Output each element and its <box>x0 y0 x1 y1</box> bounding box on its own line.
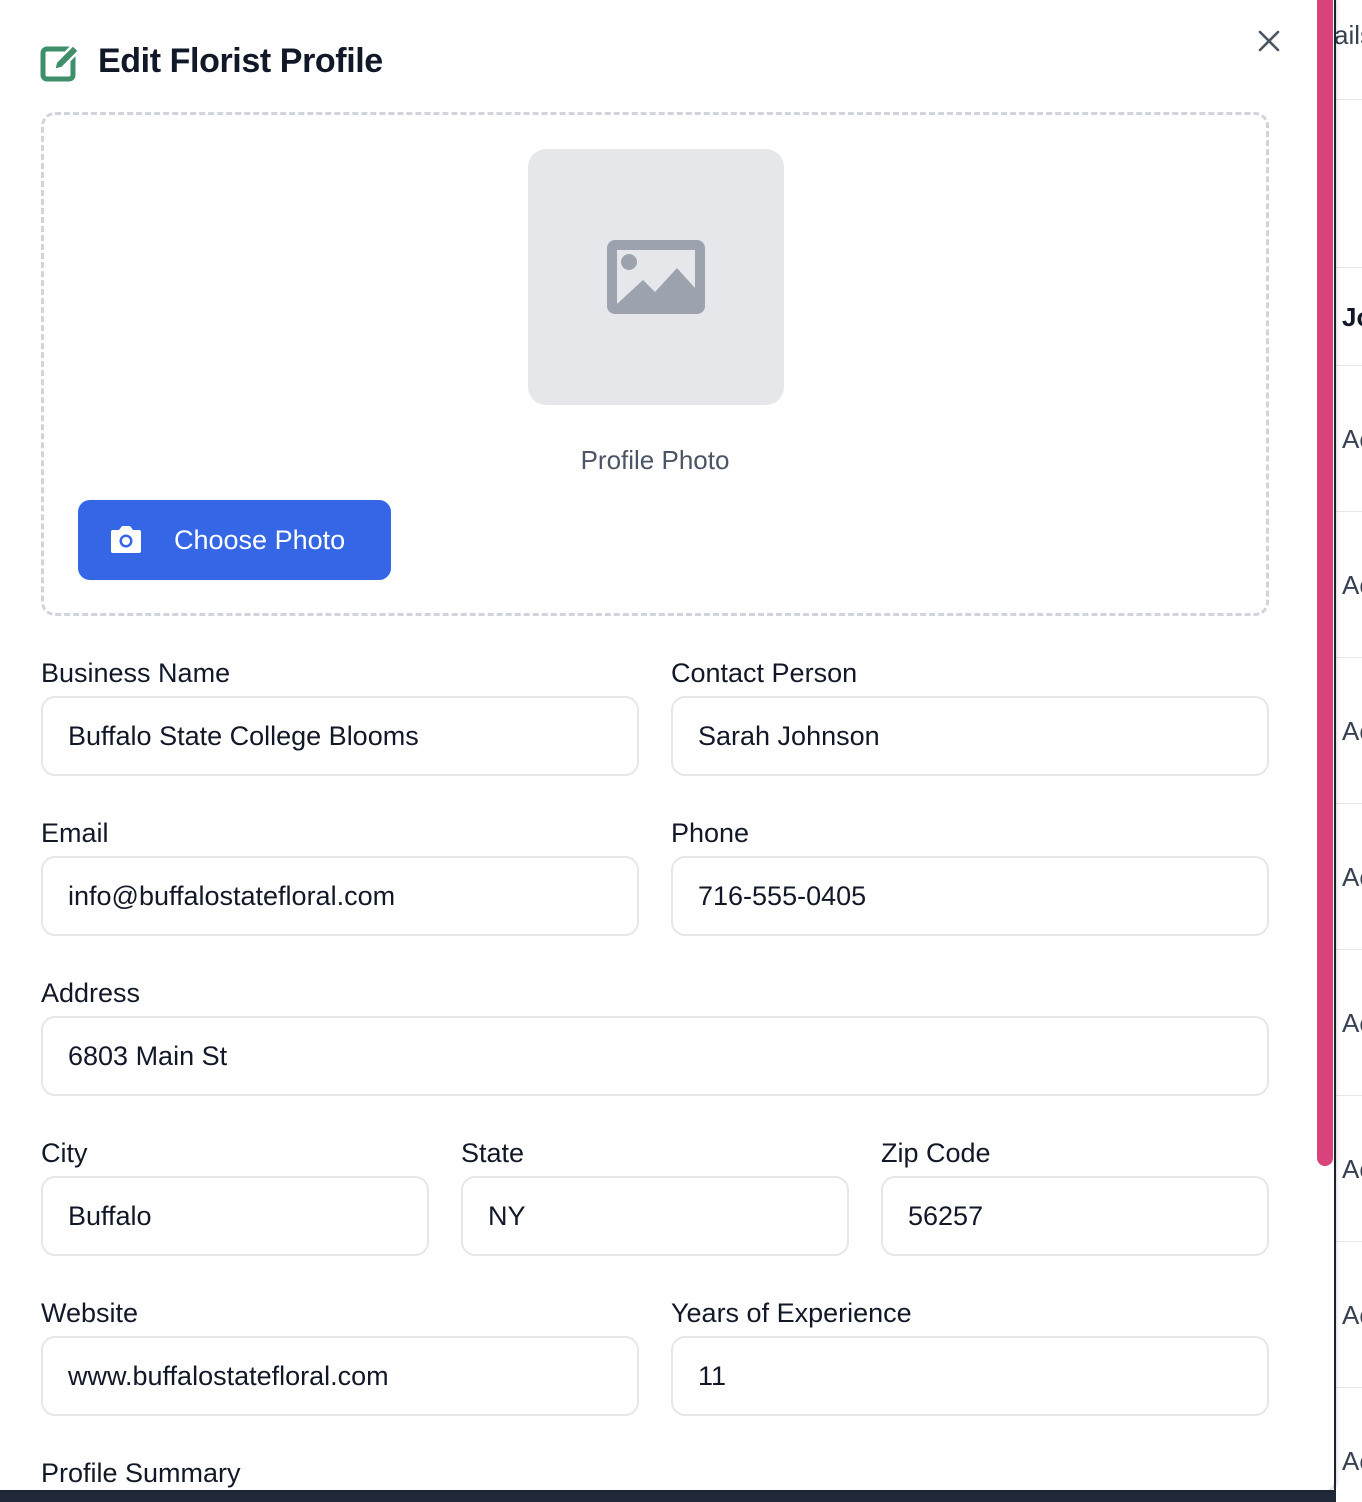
website-label: Website <box>41 1298 139 1328</box>
photo-label: Profile Photo <box>580 445 730 475</box>
background-row-text: Ac <box>1342 1446 1362 1476</box>
background-row-text: Ac <box>1342 716 1362 746</box>
close-icon <box>1258 30 1280 52</box>
contact-person-label: Contact Person <box>671 658 858 688</box>
zip-code-field[interactable] <box>881 1176 1269 1256</box>
city-field[interactable] <box>41 1176 429 1256</box>
background-row-text: Jo <box>1342 302 1362 332</box>
scrollbar-thumb[interactable] <box>1317 0 1333 1166</box>
background-row-text: Ac <box>1342 862 1362 892</box>
edit-profile-modal: Edit Florist Profile Profile Photo Choos… <box>0 0 1334 1490</box>
address-field[interactable] <box>41 1016 1269 1096</box>
background-header-text: ails <box>1334 20 1362 50</box>
modal-header: Edit Florist Profile <box>40 40 383 82</box>
address-label: Address <box>41 978 141 1008</box>
modal-edge <box>1334 0 1336 1502</box>
years-experience-field[interactable] <box>671 1336 1269 1416</box>
background-row-text: Ac <box>1342 1154 1362 1184</box>
website-field[interactable] <box>41 1336 639 1416</box>
email-label: Email <box>41 818 109 848</box>
profile-summary-label: Profile Summary <box>41 1458 241 1488</box>
city-label: City <box>41 1138 88 1168</box>
background-row-text: Ac <box>1342 424 1362 454</box>
zip-code-label: Zip Code <box>881 1138 991 1168</box>
business-name-label: Business Name <box>41 658 231 688</box>
choose-photo-label: Choose Photo <box>174 524 346 555</box>
modal-title: Edit Florist Profile <box>98 41 383 80</box>
years-experience-label: Years of Experience <box>671 1298 912 1328</box>
background-row-text: Ac <box>1342 570 1362 600</box>
business-name-input[interactable] <box>41 696 639 776</box>
camera-icon <box>111 526 141 553</box>
phone-label: Phone <box>671 818 750 848</box>
image-icon <box>607 240 705 314</box>
background-row-text: Ac <box>1342 1300 1362 1330</box>
background-row-text: Ac <box>1342 1008 1362 1038</box>
edit-icon <box>40 43 81 82</box>
contact-person-input[interactable] <box>671 696 1269 776</box>
state-field[interactable] <box>461 1176 849 1256</box>
choose-photo-button[interactable]: Choose Photo <box>78 500 391 580</box>
state-label: State <box>461 1138 525 1168</box>
photo-upload-area[interactable]: Profile Photo Choose Photo <box>41 112 1269 616</box>
phone-field[interactable] <box>671 856 1269 936</box>
modal-bottom-edge <box>0 1490 1336 1502</box>
page: ails Jo Ac Ac Ac Ac Ac Ac Ac Ac <box>0 0 1362 1502</box>
photo-placeholder <box>528 149 784 405</box>
close-button[interactable] <box>1252 24 1286 58</box>
email-field[interactable] <box>41 856 639 936</box>
